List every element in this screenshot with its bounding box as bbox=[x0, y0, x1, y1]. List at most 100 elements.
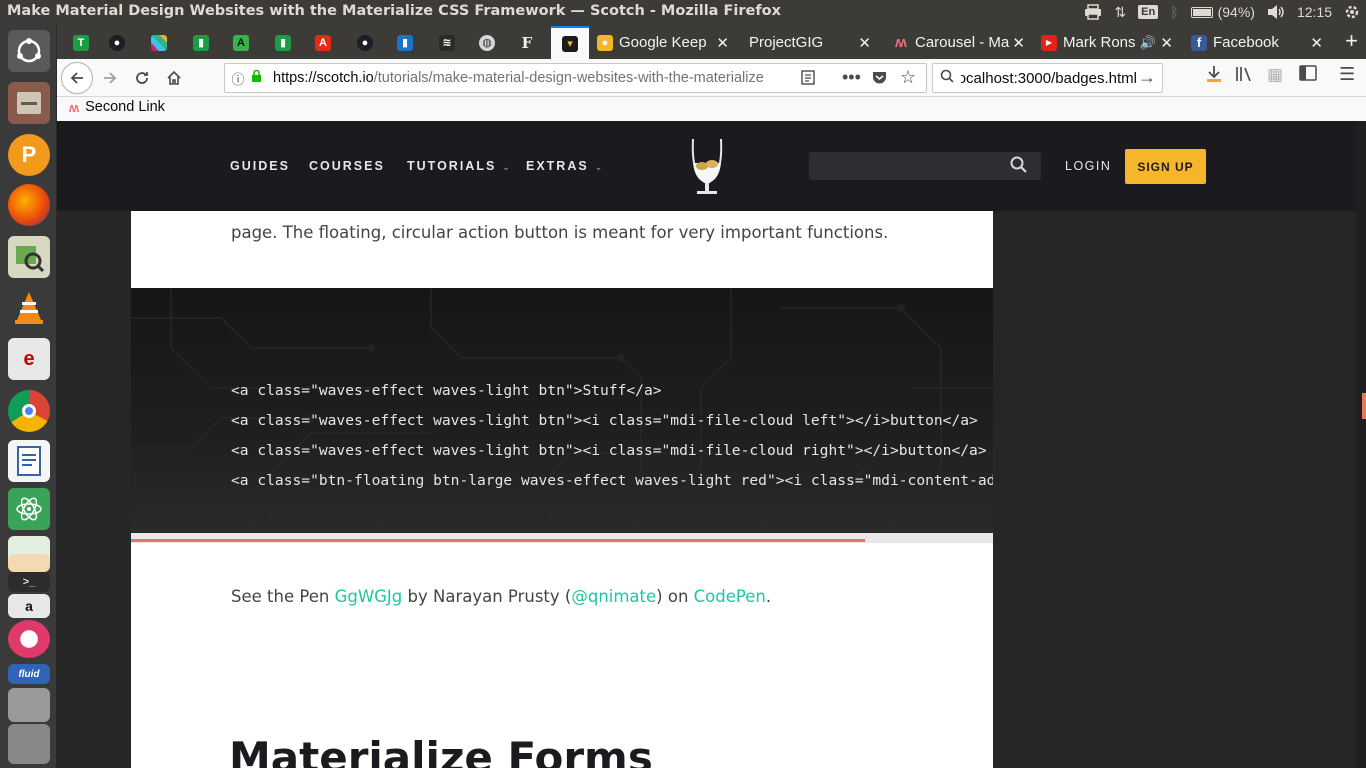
image-viewer-icon[interactable] bbox=[8, 236, 50, 278]
printer-icon[interactable] bbox=[1078, 0, 1108, 24]
tab-pinned-trello-2[interactable]: ▮ bbox=[183, 26, 219, 59]
github-icon: ● bbox=[357, 34, 373, 51]
back-button[interactable] bbox=[61, 62, 93, 94]
new-tab-plus-icon[interactable]: + bbox=[1345, 28, 1358, 54]
side-progress-marker bbox=[1362, 393, 1366, 419]
network-transfer-icon[interactable]: ⇅ bbox=[1108, 0, 1132, 24]
session-gear-icon[interactable] bbox=[1338, 0, 1366, 24]
pen-link[interactable]: GgWGJg bbox=[335, 587, 403, 606]
tab-projectgig[interactable]: ProjectGIG ✕ bbox=[743, 26, 879, 59]
tab-audio-playing-icon[interactable]: 🔊 bbox=[1140, 35, 1156, 51]
hamburger-menu-icon[interactable]: ☰ bbox=[1339, 64, 1355, 85]
clock[interactable]: 12:15 bbox=[1291, 0, 1338, 24]
google-keep-icon: ● bbox=[597, 34, 613, 51]
fluid-app-icon[interactable]: fluid bbox=[8, 664, 50, 684]
tab-pinned-adobe[interactable]: A bbox=[305, 26, 341, 59]
tab-pinned-app-a[interactable]: A bbox=[223, 26, 259, 59]
keyboard-layout-indicator[interactable]: En bbox=[1132, 0, 1164, 24]
terminal-icon[interactable]: >_ bbox=[8, 572, 50, 592]
trello-board-icon: ▮ bbox=[193, 34, 209, 51]
text-editor-icon[interactable] bbox=[8, 440, 50, 482]
author-handle-link[interactable]: @qnimate bbox=[571, 587, 656, 606]
materialize-icon: ʍ bbox=[69, 99, 80, 115]
extension-icon[interactable]: ▦ bbox=[1267, 65, 1283, 85]
search-input[interactable]: localhost:3000/badges.html bbox=[961, 70, 1137, 87]
code-block: <a class="waves-effect waves-light btn">… bbox=[131, 288, 993, 533]
ubuntu-dash-icon[interactable] bbox=[8, 30, 50, 72]
tab-pinned-trello-4[interactable]: ▮ bbox=[387, 26, 423, 59]
nav-courses[interactable]: COURSES bbox=[309, 159, 385, 173]
scotch-logo[interactable] bbox=[689, 137, 725, 197]
sidebar-icon[interactable] bbox=[1299, 65, 1317, 86]
atom-icon[interactable] bbox=[8, 488, 50, 530]
page-scrollbar[interactable] bbox=[1356, 121, 1366, 768]
scrollbar-thumb[interactable] bbox=[131, 539, 865, 542]
bookmark-star-icon[interactable]: ☆ bbox=[900, 67, 916, 88]
battery-icon bbox=[1190, 6, 1213, 18]
system-tray: ⇅ En ᛒ (94%) 12:15 bbox=[1078, 0, 1366, 24]
document-viewer-icon[interactable]: e bbox=[8, 338, 50, 380]
site-search-input[interactable] bbox=[809, 152, 1041, 180]
presentation-icon[interactable] bbox=[8, 554, 50, 572]
reload-button[interactable] bbox=[127, 63, 157, 93]
reader-icon[interactable] bbox=[8, 620, 50, 658]
amazon-icon[interactable]: a bbox=[8, 594, 50, 618]
trash-icon[interactable] bbox=[8, 724, 50, 764]
firefox-icon[interactable] bbox=[8, 184, 50, 226]
files-icon[interactable] bbox=[8, 82, 50, 124]
library-icon[interactable] bbox=[1235, 65, 1253, 88]
code-line: <a class="waves-effect waves-light btn">… bbox=[231, 442, 987, 459]
pocket-icon[interactable] bbox=[872, 70, 887, 88]
home-button[interactable] bbox=[159, 63, 189, 93]
code-horizontal-scrollbar[interactable] bbox=[131, 533, 993, 543]
circuit-background-pattern bbox=[131, 288, 993, 533]
tab-facebook[interactable]: f Facebook ✕ bbox=[1191, 26, 1331, 59]
tab-pinned-trello-3[interactable]: ▮ bbox=[265, 26, 301, 59]
tab-pinned-dark-app[interactable]: ≋ bbox=[429, 26, 465, 59]
search-icon[interactable] bbox=[1010, 156, 1027, 178]
close-tab-icon[interactable]: ✕ bbox=[716, 34, 729, 52]
login-link[interactable]: LOGIN bbox=[1065, 159, 1111, 173]
close-tab-icon[interactable]: ✕ bbox=[1310, 34, 1323, 52]
tab-pinned-f-app[interactable]: F bbox=[509, 26, 545, 59]
trello-board-icon: ▮ bbox=[397, 34, 413, 51]
search-go-arrow-icon[interactable]: → bbox=[1138, 67, 1156, 88]
battery-indicator[interactable]: (94%) bbox=[1185, 0, 1261, 24]
forward-button[interactable] bbox=[95, 63, 125, 93]
tab-pinned-globe[interactable]: ◍ bbox=[469, 26, 505, 59]
search-bar[interactable]: localhost:3000/badges.html → bbox=[932, 63, 1163, 93]
site-info-icon[interactable]: ⓘ bbox=[225, 69, 251, 88]
tab-carousel[interactable]: ʍ Carousel - Ma ✕ bbox=[893, 26, 1033, 59]
facebook-icon: f bbox=[1191, 34, 1207, 51]
tab-pinned-github-2[interactable]: ● bbox=[347, 26, 383, 59]
os-top-panel: Make Material Design Websites with the M… bbox=[0, 0, 1366, 24]
address-bar[interactable]: ⓘ https://scotch.io/tutorials/make-mater… bbox=[224, 63, 927, 93]
tab-pinned-slack[interactable] bbox=[141, 26, 177, 59]
codepen-link[interactable]: CodePen bbox=[694, 587, 766, 606]
tab-pinned-github-1[interactable]: ● bbox=[99, 26, 135, 59]
close-tab-icon[interactable]: ✕ bbox=[858, 34, 871, 52]
close-tab-icon[interactable]: ✕ bbox=[1160, 34, 1173, 52]
tab-google-keep[interactable]: ● Google Keep ✕ bbox=[597, 26, 737, 59]
page-actions-menu-icon[interactable]: ••• bbox=[842, 67, 861, 88]
tab-youtube-mark-ronson[interactable]: ▶ Mark Rons 🔊 ✕ bbox=[1041, 26, 1181, 59]
close-tab-icon[interactable]: ✕ bbox=[1012, 34, 1025, 52]
downloads-icon[interactable] bbox=[1205, 65, 1223, 88]
nav-guides[interactable]: GUIDES bbox=[230, 159, 290, 173]
tab-pinned-trello-1[interactable]: T bbox=[63, 26, 99, 59]
p-app-icon[interactable]: P bbox=[8, 134, 50, 176]
reader-view-icon[interactable] bbox=[801, 70, 815, 89]
sign-up-button[interactable]: SIGN UP bbox=[1125, 149, 1206, 184]
bookmark-second-link[interactable]: ʍ Second Link bbox=[69, 99, 165, 115]
section-heading: Materialize Forms bbox=[229, 733, 653, 768]
stacked-app-icon[interactable] bbox=[8, 688, 50, 722]
chrome-icon[interactable] bbox=[8, 390, 50, 432]
vlc-icon[interactable] bbox=[8, 286, 50, 328]
nav-extras[interactable]: EXTRAS ⌄ bbox=[526, 159, 602, 173]
secure-lock-icon[interactable] bbox=[251, 69, 267, 86]
nav-tutorials[interactable]: TUTORIALS ⌄ bbox=[407, 159, 510, 173]
volume-icon[interactable] bbox=[1261, 0, 1291, 24]
url-text[interactable]: https://scotch.io/tutorials/make-materia… bbox=[273, 70, 777, 86]
bluetooth-icon[interactable]: ᛒ bbox=[1164, 0, 1184, 24]
tab-scotch-active[interactable]: ▾ bbox=[551, 26, 589, 59]
